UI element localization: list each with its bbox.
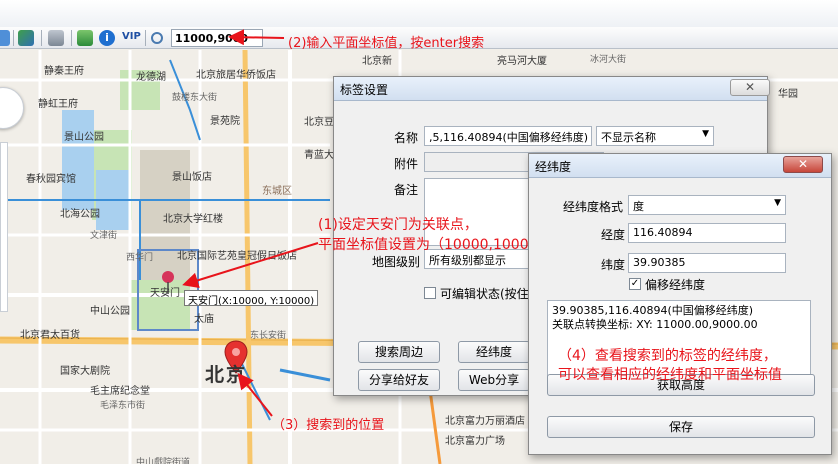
share-friends-button[interactable]: 分享给好友 xyxy=(358,369,440,391)
lat-input[interactable]: 39.90385 xyxy=(628,253,786,273)
format-label: 经纬度格式 xyxy=(562,200,623,214)
dialog-title: 标签设置 xyxy=(334,77,767,101)
web-share-button[interactable]: Web分享 xyxy=(458,369,530,391)
annotation-step3: （3）搜索到的位置 xyxy=(272,418,385,433)
offset-label: 偏移经纬度 xyxy=(645,278,706,292)
name-display-value: 不显示名称 xyxy=(601,131,656,144)
lng-input[interactable]: 116.40894 xyxy=(628,223,786,243)
attachment-label: 附件 xyxy=(393,157,418,171)
editable-checkbox[interactable] xyxy=(424,287,436,299)
annotation-step1-line1: (1)设定天安门为关联点， xyxy=(318,217,478,233)
latlng-dialog: 经纬度 ✕ 经纬度格式 度 ▼ 经度 116.40894 纬度 39.90385… xyxy=(528,153,832,455)
format-select[interactable]: 度 ▼ xyxy=(628,195,786,215)
name-label: 名称 xyxy=(393,131,418,145)
info-xy-line: 关联点转换坐标: XY: 11000.00,9000.00 xyxy=(552,318,758,331)
name-input[interactable]: ,5,116.40894(中国偏移经纬度) xyxy=(424,126,592,146)
map-level-label: 地图级别 xyxy=(371,255,420,269)
info-latlng-line: 39.90385,116.40894(中国偏移经纬度) xyxy=(552,304,754,317)
lat-label: 纬度 xyxy=(600,258,625,272)
offset-checkbox[interactable]: ✓ xyxy=(629,278,641,290)
annotation-step4-line1: （4）查看搜索到的标签的经纬度， xyxy=(558,348,777,364)
note-label: 备注 xyxy=(393,183,418,197)
lng-label: 经度 xyxy=(600,228,625,242)
arrow-step3 xyxy=(237,372,273,417)
chevron-down-icon: ▼ xyxy=(702,129,709,139)
close-button[interactable]: ✕ xyxy=(783,156,823,173)
close-button[interactable]: ✕ xyxy=(730,79,770,96)
format-value: 度 xyxy=(633,200,644,213)
annotation-step2: (2)输入平面坐标值，按enter搜索 xyxy=(288,36,485,51)
arrow-step2 xyxy=(228,29,285,46)
map-level-value: 所有级别都显示 xyxy=(429,254,506,267)
name-display-select[interactable]: 不显示名称 ▼ xyxy=(596,126,714,146)
arrow-step1 xyxy=(182,242,319,289)
chevron-down-icon: ▼ xyxy=(774,198,781,208)
save-button[interactable]: 保存 xyxy=(547,416,815,438)
annotation-step1-line2: 平面坐标值设置为（10000,10000） xyxy=(318,237,552,253)
search-nearby-button[interactable]: 搜索周边 xyxy=(358,341,440,363)
annotation-step4-line2: 可以查看相应的经纬度和平面坐标值 xyxy=(558,367,782,383)
latlng-button[interactable]: 经纬度 xyxy=(458,341,530,363)
